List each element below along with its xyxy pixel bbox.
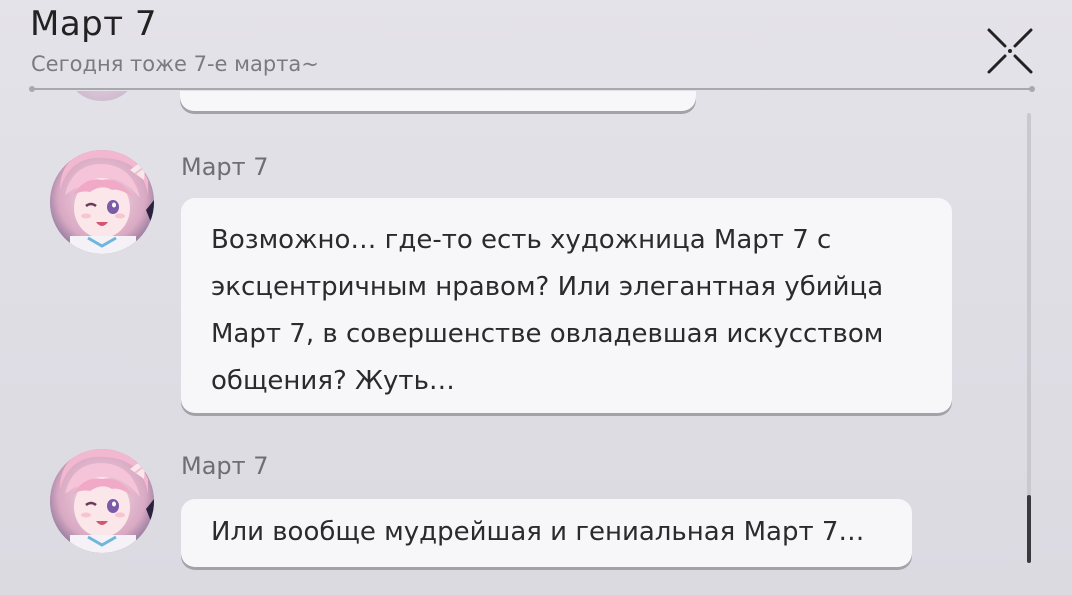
message-bubble: Возможно… где-то есть художница Март 7 с… bbox=[181, 198, 952, 413]
previous-message-bubble bbox=[180, 91, 696, 111]
chat-scrollbar[interactable] bbox=[1027, 113, 1031, 563]
message-bubble: Или вообще мудрейшая и гениальная Март 7… bbox=[181, 499, 912, 567]
sender-avatar[interactable] bbox=[50, 150, 154, 254]
close-x-icon bbox=[987, 28, 1033, 74]
header-divider bbox=[29, 86, 1035, 92]
scrollbar-thumb[interactable] bbox=[1027, 495, 1031, 563]
message-sender-name: Март 7 bbox=[181, 452, 269, 480]
close-button[interactable] bbox=[985, 26, 1035, 76]
chat-message-list[interactable]: Март 7 Возможно… где-то есть художница М… bbox=[0, 91, 1072, 595]
chat-header: Март 7 Сегодня тоже 7-е марта~ bbox=[0, 0, 1072, 96]
message-sender-name: Март 7 bbox=[181, 153, 269, 181]
previous-avatar bbox=[70, 91, 134, 101]
chat-title: Март 7 bbox=[30, 4, 157, 44]
chat-subtitle: Сегодня тоже 7-е марта~ bbox=[31, 52, 319, 76]
march-7th-avatar-icon bbox=[50, 449, 154, 553]
sender-avatar[interactable] bbox=[50, 449, 154, 553]
march-7th-avatar-icon bbox=[50, 150, 154, 254]
